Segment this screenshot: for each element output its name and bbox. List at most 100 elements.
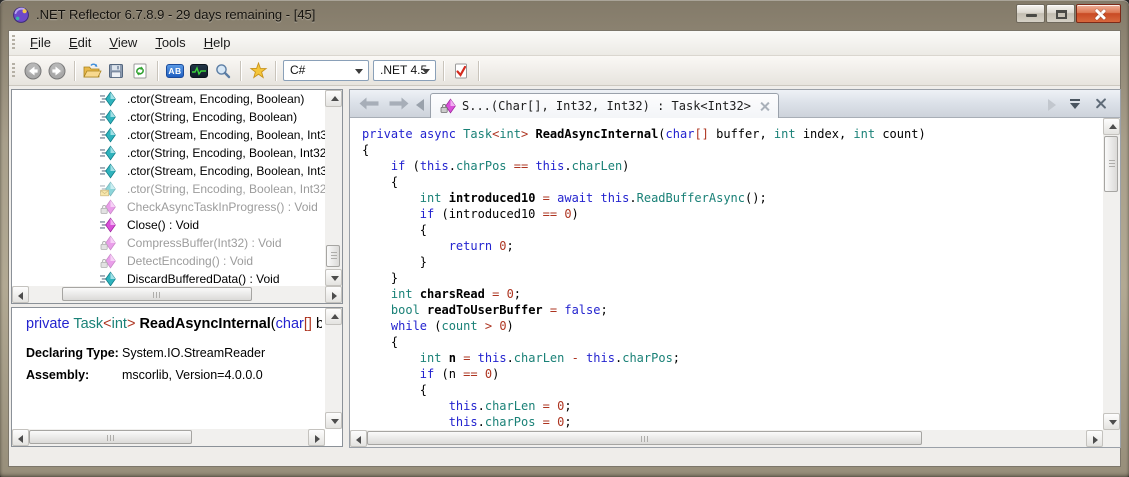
scroll-right-button[interactable] bbox=[308, 429, 325, 446]
scroll-down-button[interactable] bbox=[325, 269, 342, 286]
menu-item-edit[interactable]: Edit bbox=[60, 31, 100, 55]
scroll-up-button[interactable] bbox=[325, 90, 342, 107]
tree-item-label: Close() : Void bbox=[127, 218, 199, 232]
close-tab-group-button[interactable] bbox=[1095, 98, 1106, 109]
tree-vertical-scrollbar[interactable] bbox=[325, 90, 342, 286]
tree-item-label: .ctor(Stream, Encoding, Boolean, Int3 bbox=[127, 164, 325, 178]
scrollbar-thumb[interactable] bbox=[29, 430, 192, 444]
editor-pane: S...(Char[], Int32, Int32) : Task<Int32>… bbox=[349, 89, 1121, 448]
menu-item-view[interactable]: View bbox=[100, 31, 146, 55]
ab-icon: AB bbox=[166, 64, 184, 78]
tree-horizontal-scrollbar[interactable] bbox=[12, 286, 342, 303]
declaring-type-row: Declaring Type:System.IO.StreamReader bbox=[26, 346, 265, 360]
tree-item[interactable]: Close() : Void bbox=[12, 216, 325, 234]
open-button[interactable] bbox=[81, 60, 103, 82]
window-title: .NET Reflector 6.7.8.9 - 29 days remaini… bbox=[36, 0, 315, 30]
scroll-down-button[interactable] bbox=[1103, 413, 1120, 430]
tree-item[interactable]: .ctor(String, Encoding, Boolean, Int32 bbox=[12, 144, 325, 162]
scroll-up-button[interactable] bbox=[1103, 118, 1120, 135]
tree-item[interactable]: .ctor(Stream, Encoding, Boolean, Int3 bbox=[12, 126, 325, 144]
tree-item[interactable]: .ctor(String, Encoding, Boolean, Int32 bbox=[12, 180, 325, 198]
scroll-right-button[interactable] bbox=[1086, 430, 1103, 447]
tab-close-icon[interactable] bbox=[760, 102, 769, 111]
code-view[interactable]: private async Task<int> ReadAsyncInterna… bbox=[350, 118, 1103, 430]
tree-item-label: .ctor(Stream, Encoding, Boolean, Int3 bbox=[127, 128, 325, 142]
tree-item-label: CheckAsyncTaskInProgress() : Void bbox=[127, 200, 318, 214]
star-icon bbox=[249, 62, 268, 80]
scrollbar-thumb[interactable] bbox=[367, 431, 922, 445]
editor-vertical-scrollbar[interactable] bbox=[1103, 118, 1120, 430]
code-line: while (count > 0) bbox=[362, 319, 1103, 335]
code-line: this.charLen = 0; bbox=[362, 399, 1103, 415]
tree-item[interactable]: .ctor(Stream, Encoding, Boolean, Int3 bbox=[12, 162, 325, 180]
history-back-button[interactable] bbox=[358, 97, 380, 115]
code-line: int n = this.charLen - this.charPos; bbox=[362, 351, 1103, 367]
scroll-left-button[interactable] bbox=[12, 286, 29, 303]
menu-item-file[interactable]: File bbox=[21, 31, 60, 55]
arrow-left-icon bbox=[358, 97, 380, 110]
back-button[interactable] bbox=[22, 60, 44, 82]
method-icon bbox=[100, 271, 122, 286]
scroll-left-button[interactable] bbox=[350, 430, 367, 447]
menu-item-help[interactable]: Help bbox=[195, 31, 240, 55]
app-window: .NET Reflector 6.7.8.9 - 29 days remaini… bbox=[0, 0, 1129, 477]
forward-button[interactable] bbox=[46, 60, 68, 82]
refresh-button[interactable] bbox=[129, 60, 151, 82]
menu-item-tools[interactable]: Tools bbox=[146, 31, 194, 55]
tab-list-button[interactable] bbox=[1070, 99, 1080, 109]
scroll-left-button[interactable] bbox=[12, 429, 29, 446]
titlebar[interactable]: .NET Reflector 6.7.8.9 - 29 days remaini… bbox=[0, 0, 1129, 30]
code-line: private async Task<int> ReadAsyncInterna… bbox=[362, 127, 1103, 143]
toolbar-separator bbox=[157, 61, 158, 81]
scrollbar-thumb[interactable] bbox=[326, 245, 340, 267]
history-forward-button[interactable] bbox=[388, 97, 410, 115]
scroll-up-button[interactable] bbox=[325, 308, 342, 325]
method-icon bbox=[100, 163, 122, 179]
tab-read-async-internal[interactable]: S...(Char[], Int32, Int32) : Task<Int32> bbox=[430, 93, 779, 118]
scrollbar-thumb[interactable] bbox=[62, 287, 252, 301]
minimize-button[interactable] bbox=[1016, 4, 1045, 23]
disassembler-button[interactable] bbox=[188, 60, 210, 82]
rename-button[interactable]: AB bbox=[164, 60, 186, 82]
scroll-right-button[interactable] bbox=[325, 286, 342, 303]
tree-item[interactable]: .ctor(String, Encoding, Boolean) bbox=[12, 108, 325, 126]
save-button[interactable] bbox=[105, 60, 127, 82]
tree-item[interactable]: .ctor(Stream, Encoding, Boolean) bbox=[12, 90, 325, 108]
toolbar-separator bbox=[275, 61, 276, 81]
menubar-grip[interactable] bbox=[12, 35, 15, 51]
favorites-button[interactable] bbox=[247, 60, 269, 82]
code-line: { bbox=[362, 175, 1103, 191]
scroll-tabs-right-button[interactable] bbox=[1048, 98, 1056, 116]
tree-item[interactable]: CheckAsyncTaskInProgress() : Void bbox=[12, 198, 325, 216]
tree-item[interactable]: CompressBuffer(Int32) : Void bbox=[12, 234, 325, 252]
tree-item-label: DiscardBufferedData() : Void bbox=[127, 272, 280, 286]
close-button[interactable] bbox=[1076, 4, 1121, 23]
code-check-button[interactable] bbox=[450, 60, 472, 82]
assembly-value: mscorlib, Version=4.0.0.0 bbox=[122, 368, 263, 382]
details-vertical-scrollbar[interactable] bbox=[325, 308, 342, 429]
close-icon bbox=[1094, 9, 1105, 20]
client-area: FileEditViewToolsHelp AB bbox=[8, 30, 1121, 467]
back-icon bbox=[24, 62, 42, 80]
declaring-type-label: Declaring Type: bbox=[26, 346, 122, 360]
search-button[interactable] bbox=[212, 60, 234, 82]
toolbar-grip[interactable] bbox=[12, 63, 15, 79]
toolbar-separator bbox=[74, 61, 75, 81]
restore-icon bbox=[1056, 10, 1067, 19]
scroll-tabs-left-button[interactable] bbox=[416, 98, 424, 116]
language-select[interactable]: C# bbox=[283, 60, 369, 81]
scroll-down-button[interactable] bbox=[325, 412, 342, 429]
tree-item-label: CompressBuffer(Int32) : Void bbox=[127, 236, 282, 250]
maximize-button[interactable] bbox=[1046, 4, 1075, 23]
framework-select[interactable]: .NET 4.5 bbox=[373, 60, 436, 81]
code-line: } bbox=[362, 271, 1103, 287]
tree-item[interactable]: DetectEncoding() : Void bbox=[12, 252, 325, 270]
scrollbar-thumb[interactable] bbox=[1104, 136, 1118, 192]
window-controls bbox=[1016, 4, 1121, 23]
language-value: C# bbox=[290, 63, 305, 77]
tree-item[interactable]: DiscardBufferedData() : Void bbox=[12, 270, 325, 286]
details-horizontal-scrollbar[interactable] bbox=[12, 429, 325, 446]
editor-horizontal-scrollbar[interactable] bbox=[350, 430, 1103, 447]
code-line: int charsRead = 0; bbox=[362, 287, 1103, 303]
tab-strip: S...(Char[], Int32, Int32) : Task<Int32> bbox=[350, 90, 1120, 118]
